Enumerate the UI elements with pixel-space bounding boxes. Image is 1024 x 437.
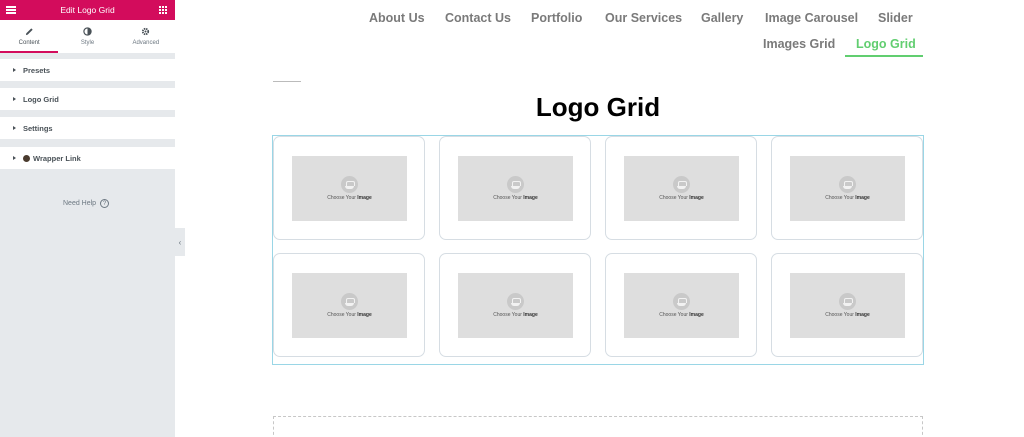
section-label: Settings (23, 123, 53, 133)
image-placeholder: Choose Your Image (292, 273, 407, 338)
empty-section-dropzone[interactable] (273, 416, 923, 437)
need-help-link[interactable]: Need Help ? (63, 199, 110, 208)
nav-item-logo-grid[interactable]: Logo Grid (856, 37, 916, 51)
caret-right-icon (13, 97, 16, 101)
caret-right-icon (13, 156, 16, 160)
need-help-label: Need Help (63, 200, 97, 207)
panel-collapse-toggle[interactable]: ‹ (175, 228, 185, 256)
section-settings[interactable]: Settings (0, 117, 175, 139)
placeholder-text-bold: Image (855, 312, 870, 318)
caret-right-icon (13, 68, 16, 72)
tab-style-label: Style (80, 40, 95, 46)
logo-card[interactable]: Choose Your Image (605, 136, 757, 240)
placeholder-text-prefix: Choose Your (659, 195, 688, 201)
editor-panel: Edit Logo Grid Content Style Advanced Pr… (0, 0, 175, 437)
tab-advanced-label: Advanced (132, 40, 160, 46)
tab-style[interactable]: Style (58, 20, 116, 53)
nav-item-contact-us[interactable]: Contact Us (445, 11, 511, 25)
app: Edit Logo Grid Content Style Advanced Pr… (0, 0, 1024, 437)
placeholder-text-bold: Image (855, 195, 870, 201)
placeholder-text: Choose Your Image (493, 312, 537, 318)
panel-header: Edit Logo Grid (0, 0, 175, 20)
placeholder-text-bold: Image (689, 312, 704, 318)
placeholder-text: Choose Your Image (659, 312, 703, 318)
pencil-icon (25, 28, 33, 36)
image-placeholder: Choose Your Image (624, 273, 739, 338)
widgets-grid-icon[interactable] (159, 6, 167, 14)
caret-right-icon (13, 126, 16, 130)
nav-item-gallery[interactable]: Gallery (701, 11, 743, 25)
tab-content[interactable]: Content (0, 20, 59, 53)
placeholder-text-bold: Image (357, 195, 372, 201)
nav-item-slider[interactable]: Slider (878, 11, 913, 25)
placeholder-text-bold: Image (523, 312, 538, 318)
placeholder-text-prefix: Choose Your (327, 312, 356, 318)
section-label: Logo Grid (23, 94, 59, 104)
placeholder-text: Choose Your Image (659, 195, 703, 201)
placeholder-text-prefix: Choose Your (825, 312, 854, 318)
image-placeholder: Choose Your Image (790, 156, 905, 221)
section-label: Presets (23, 65, 51, 75)
question-icon: ? (100, 199, 110, 208)
image-placeholder: Choose Your Image (790, 273, 905, 338)
nav-item-image-carousel[interactable]: Image Carousel (765, 11, 858, 25)
section-logo-grid[interactable]: Logo Grid (0, 88, 175, 110)
divider (273, 81, 301, 82)
image-placeholder: Choose Your Image (458, 273, 573, 338)
menu-icon[interactable] (6, 6, 16, 14)
placeholder-image-icon (507, 176, 524, 193)
placeholder-text-prefix: Choose Your (493, 195, 522, 201)
panel-title: Edit Logo Grid (60, 5, 115, 15)
placeholder-text-bold: Image (357, 312, 372, 318)
logo-card[interactable]: Choose Your Image (273, 253, 425, 357)
panel-tabs: Content Style Advanced (0, 20, 175, 53)
image-placeholder: Choose Your Image (624, 156, 739, 221)
placeholder-image-icon (507, 293, 524, 310)
half-circle-icon (83, 27, 92, 36)
placeholder-text-bold: Image (523, 195, 538, 201)
logo-card[interactable]: Choose Your Image (605, 253, 757, 357)
placeholder-text: Choose Your Image (825, 312, 869, 318)
logo-card[interactable]: Choose Your Image (273, 136, 425, 240)
placeholder-image-icon (341, 293, 358, 310)
image-placeholder: Choose Your Image (292, 156, 407, 221)
placeholder-image-icon (839, 293, 856, 310)
placeholder-image-icon (341, 176, 358, 193)
placeholder-text: Choose Your Image (825, 195, 869, 201)
placeholder-text: Choose Your Image (327, 312, 371, 318)
placeholder-image-icon (673, 293, 690, 310)
logo-card[interactable]: Choose Your Image (771, 253, 923, 357)
logo-card[interactable]: Choose Your Image (771, 136, 923, 240)
section-wrapper-link[interactable]: Wrapper Link (0, 147, 175, 169)
image-placeholder: Choose Your Image (458, 156, 573, 221)
logo-card[interactable]: Choose Your Image (439, 253, 591, 357)
placeholder-text: Choose Your Image (327, 195, 371, 201)
nav-active-underline (845, 55, 923, 57)
placeholder-image-icon (673, 176, 690, 193)
tab-advanced[interactable]: Advanced (117, 20, 175, 53)
section-label: Wrapper Link (33, 153, 81, 163)
placeholder-text-prefix: Choose Your (327, 195, 356, 201)
placeholder-text-bold: Image (689, 195, 704, 201)
placeholder-image-icon (839, 176, 856, 193)
nav-item-images-grid[interactable]: Images Grid (763, 37, 835, 51)
placeholder-text: Choose Your Image (493, 195, 537, 201)
placeholder-text-prefix: Choose Your (659, 312, 688, 318)
tab-content-label: Content (18, 40, 40, 46)
placeholder-text-prefix: Choose Your (493, 312, 522, 318)
gear-icon (142, 27, 150, 36)
logo-card[interactable]: Choose Your Image (439, 136, 591, 240)
nav-item-about-us[interactable]: About Us (369, 11, 425, 25)
nav-item-our-services[interactable]: Our Services (605, 11, 682, 25)
page-title: Logo Grid (535, 92, 661, 122)
emoji-icon (23, 154, 30, 162)
nav-item-portfolio[interactable]: Portfolio (531, 11, 582, 25)
section-presets[interactable]: Presets (0, 59, 175, 81)
placeholder-text-prefix: Choose Your (825, 195, 854, 201)
